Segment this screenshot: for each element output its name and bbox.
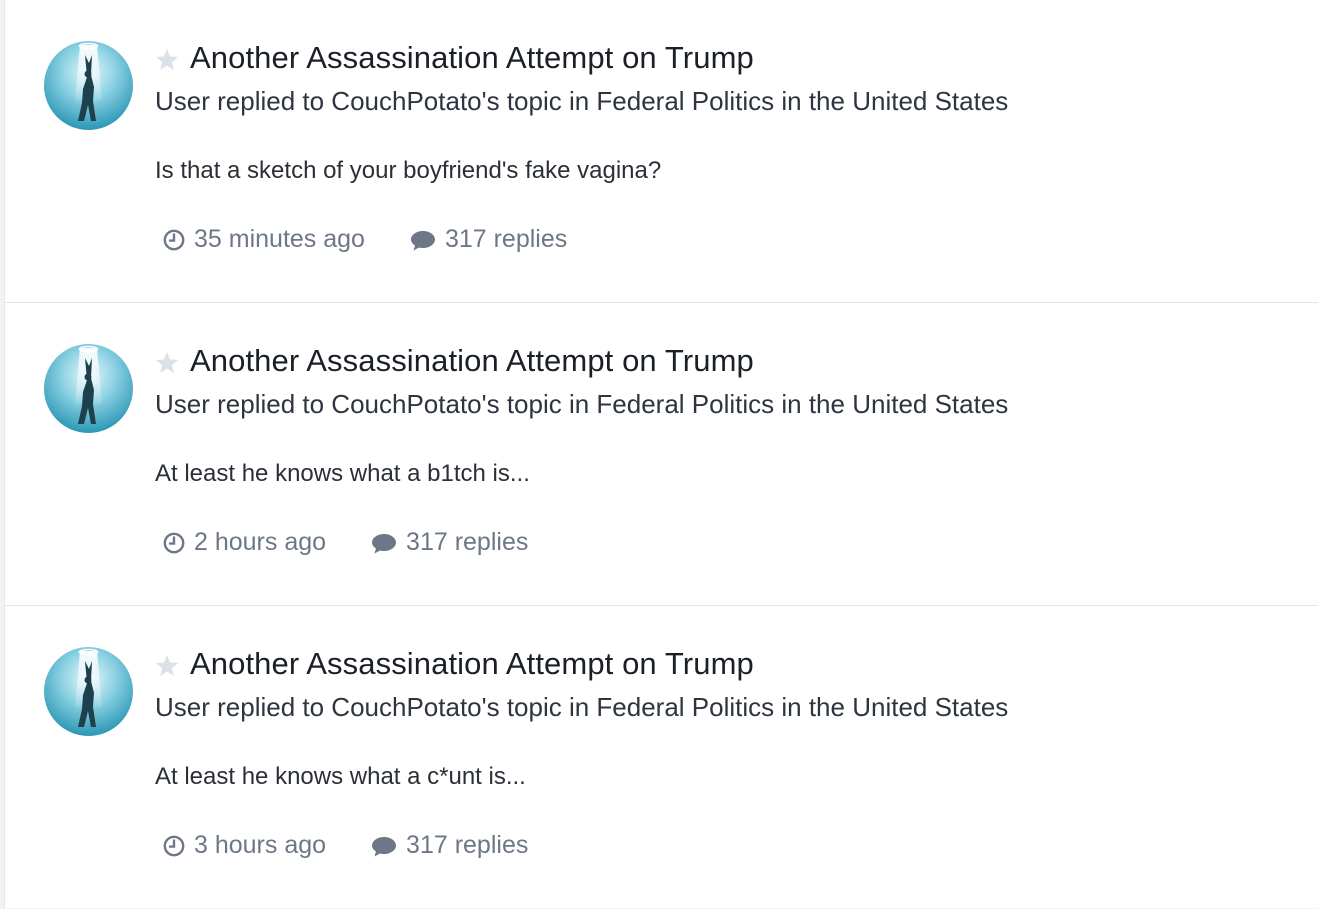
item-stats: 2 hours ago 317 replies (162, 528, 528, 557)
avatar[interactable] (44, 647, 133, 736)
list-item: Another Assassination Attempt on Trump U… (5, 0, 1318, 303)
reply-count-text: 317 replies (406, 528, 529, 556)
activity-description[interactable]: User replied to CouchPotato's topic in F… (155, 86, 1008, 117)
timestamp: 35 minutes ago (162, 225, 365, 254)
reply-count-text: 317 replies (406, 831, 529, 859)
avatar[interactable] (44, 344, 133, 433)
item-stats: 3 hours ago 317 replies (162, 831, 528, 860)
star-icon[interactable] (153, 652, 181, 680)
comment-icon (372, 533, 397, 553)
reply-snippet: At least he knows what a c*unt is... (155, 763, 526, 790)
activity-description[interactable]: User replied to CouchPotato's topic in F… (155, 389, 1008, 420)
clock-icon (163, 532, 185, 553)
topic-title-link[interactable]: Another Assassination Attempt on Trump (190, 343, 754, 379)
star-icon[interactable] (153, 46, 181, 74)
activity-feed: Another Assassination Attempt on Trump U… (4, 0, 1318, 908)
timestamp-text: 3 hours ago (194, 831, 327, 859)
comment-icon (410, 230, 435, 250)
avatar[interactable] (44, 41, 133, 130)
reply-count: 317 replies (409, 225, 567, 254)
timestamp: 3 hours ago (162, 831, 326, 860)
reply-count: 317 replies (370, 831, 528, 860)
clock-icon (163, 835, 185, 856)
comment-icon (372, 836, 397, 856)
topic-title-link[interactable]: Another Assassination Attempt on Trump (190, 646, 754, 682)
star-icon[interactable] (153, 349, 181, 377)
timestamp: 2 hours ago (162, 528, 326, 557)
reply-snippet: At least he knows what a b1tch is... (155, 460, 530, 487)
activity-description[interactable]: User replied to CouchPotato's topic in F… (155, 692, 1008, 723)
reply-count-text: 317 replies (444, 225, 568, 253)
timestamp-text: 2 hours ago (194, 528, 327, 556)
reply-snippet: Is that a sketch of your boyfriend's fak… (155, 157, 662, 184)
list-item: Another Assassination Attempt on Trump U… (5, 303, 1318, 606)
topic-title-link[interactable]: Another Assassination Attempt on Trump (190, 40, 754, 76)
list-item: Another Assassination Attempt on Trump U… (5, 606, 1318, 909)
clock-icon (163, 229, 185, 250)
reply-count: 317 replies (370, 528, 528, 557)
timestamp-text: 35 minutes ago (194, 225, 365, 253)
item-stats: 35 minutes ago 317 replies (162, 225, 567, 254)
